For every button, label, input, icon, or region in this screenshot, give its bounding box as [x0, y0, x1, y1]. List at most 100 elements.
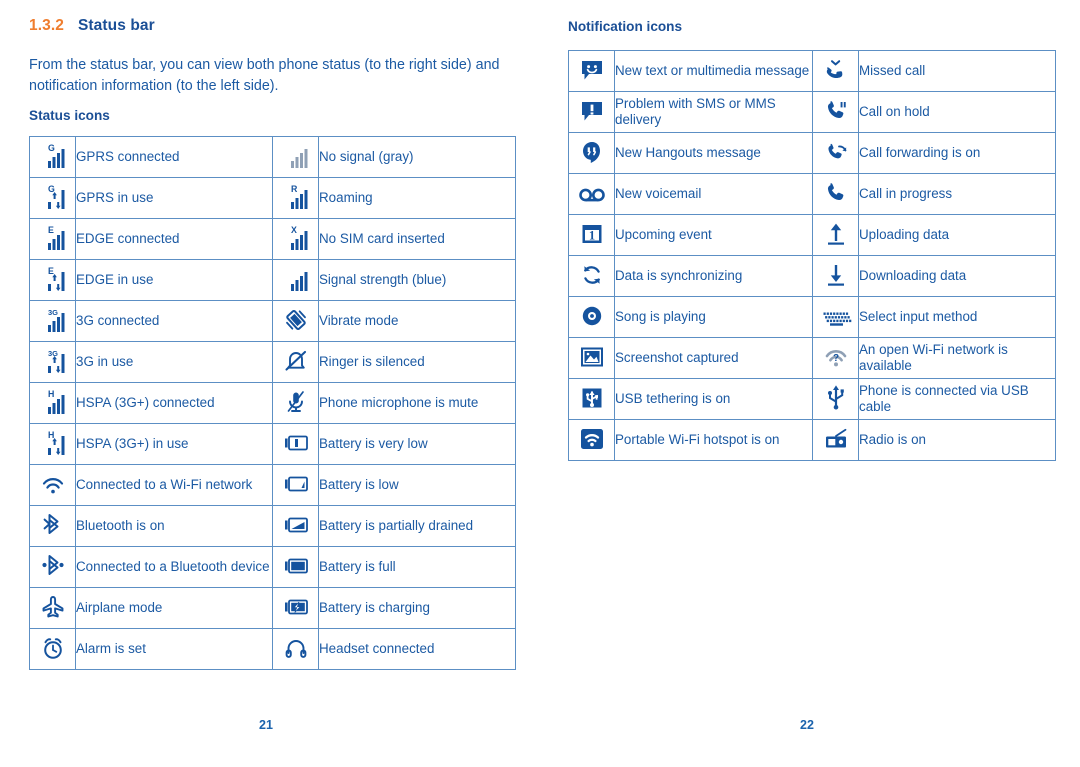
icon-cell: X [272, 218, 319, 260]
svg-text:R: R [291, 184, 298, 194]
icon-label: Upcoming event [614, 214, 813, 256]
battery-low-icon [279, 469, 313, 499]
icon-label: EDGE connected [75, 218, 273, 260]
icon-cell [29, 587, 76, 629]
table-row: H HSPA (3G+) connected Phone microphone is… [29, 382, 516, 424]
icon-label: GPRS in use [75, 177, 273, 219]
icon-cell [568, 173, 615, 215]
icon-label: HSPA (3G+) connected [75, 382, 273, 424]
table-row: H HSPA (3G+) in use Battery is very low [29, 423, 516, 465]
table-row: Bluetooth is on Battery is partially drai… [29, 505, 516, 547]
svg-text:?: ? [832, 353, 838, 364]
battery-partial-icon [279, 510, 313, 540]
page-number-left: 21 [259, 718, 273, 732]
icon-cell: R [272, 177, 319, 219]
icon-cell [272, 136, 319, 178]
svg-text:H: H [48, 389, 54, 399]
bluetooth-on-icon [36, 509, 70, 539]
music-disc-icon [575, 301, 609, 331]
icon-label: Signal strength (blue) [318, 259, 516, 301]
call-forwarding-icon [819, 137, 853, 167]
icon-label: Radio is on [858, 419, 1056, 461]
icon-cell [812, 296, 859, 338]
table-row: Connected to a Bluetooth device Battery i… [29, 546, 516, 588]
icon-label: New voicemail [614, 173, 813, 215]
airplane-mode-icon [36, 592, 70, 622]
icon-cell [29, 505, 76, 547]
icon-label: New Hangouts message [614, 132, 813, 174]
table-row: New text or multimedia message Missed cal… [568, 50, 1056, 92]
icon-cell [272, 259, 319, 301]
signal-bars-gprs-in-use-icon: G [36, 181, 70, 211]
status-icons-table: G GPRS connected No signal (gray) G GPRS in … [29, 136, 516, 670]
table-row: Portable Wi-Fi hotspot is on Radio is on [568, 419, 1056, 461]
icon-cell: H [29, 423, 76, 465]
table-row: USB tethering is on Phone is connected vi… [568, 378, 1056, 420]
icon-cell: 3G [29, 300, 76, 342]
icon-label: Call on hold [858, 91, 1056, 133]
table-row: Song is playing Select input method [568, 296, 1056, 338]
screenshot-icon [575, 342, 609, 372]
battery-very-low-icon [279, 428, 313, 458]
icon-cell [568, 255, 615, 297]
table-row: E EDGE in use Signal strength (blue) [29, 259, 516, 301]
document-page: 1.3.2 Status bar From the status bar, you… [0, 0, 1080, 767]
icon-label: An open Wi-Fi network is available [858, 337, 1056, 379]
upload-icon [819, 219, 853, 249]
notification-icons-table: New text or multimedia message Missed cal… [568, 50, 1056, 461]
table-row: New Hangouts message Call forwarding is o… [568, 132, 1056, 174]
icon-cell [272, 628, 319, 670]
microphone-mute-icon [279, 387, 313, 417]
icon-cell: E [29, 259, 76, 301]
radio-icon [819, 424, 853, 454]
section-title: Status bar [77, 17, 155, 34]
icon-cell [812, 50, 859, 92]
icon-label: Select input method [858, 296, 1056, 338]
svg-text:G: G [48, 143, 55, 153]
signal-bars-hspa-in-use-icon: H [36, 427, 70, 457]
icon-cell: 1 [568, 214, 615, 256]
signal-bars-edge-in-use-icon: E [36, 263, 70, 293]
signal-bars-no-sim-icon: X [279, 222, 313, 252]
icon-cell: E [29, 218, 76, 260]
svg-text:3G: 3G [48, 308, 58, 317]
icon-label: 3G in use [75, 341, 273, 383]
icon-cell [812, 132, 859, 174]
usb-tethering-icon [575, 383, 609, 413]
icon-label: Missed call [858, 50, 1056, 92]
icon-cell [812, 419, 859, 461]
icon-cell: 3G [29, 341, 76, 383]
signal-bars-edge-icon: E [36, 222, 70, 252]
icon-cell [812, 378, 859, 420]
table-row: 1 Upcoming event Uploading data [568, 214, 1056, 256]
svg-text:H: H [48, 430, 54, 440]
calendar-event-icon: 1 [575, 219, 609, 249]
icon-cell: ? [812, 337, 859, 379]
icon-cell: G [29, 177, 76, 219]
icon-label: Screenshot captured [614, 337, 813, 379]
icon-cell [568, 50, 615, 92]
usb-cable-icon [819, 382, 853, 412]
icon-cell [272, 464, 319, 506]
page-number-right: 22 [800, 718, 814, 732]
icon-cell [568, 132, 615, 174]
icon-label: USB tethering is on [614, 378, 813, 420]
icon-label: Portable Wi-Fi hotspot is on [614, 419, 813, 461]
icon-label: Connected to a Wi-Fi network [75, 464, 273, 506]
icon-cell [272, 587, 319, 629]
download-icon [819, 260, 853, 290]
table-row: Problem with SMS or MMS delivery Call on … [568, 91, 1056, 133]
headset-icon [279, 633, 313, 663]
notification-icons-heading: Notification icons [568, 19, 683, 34]
icon-label: Downloading data [858, 255, 1056, 297]
icon-label: EDGE in use [75, 259, 273, 301]
icon-cell [568, 337, 615, 379]
icon-cell [29, 546, 76, 588]
table-row: G GPRS in use R Roaming [29, 177, 516, 219]
wifi-hotspot-icon [575, 424, 609, 454]
icon-label: Airplane mode [75, 587, 273, 629]
battery-full-icon [279, 551, 313, 581]
sync-icon [575, 260, 609, 290]
signal-bars-no-signal-icon [279, 140, 313, 170]
icon-cell: G [29, 136, 76, 178]
